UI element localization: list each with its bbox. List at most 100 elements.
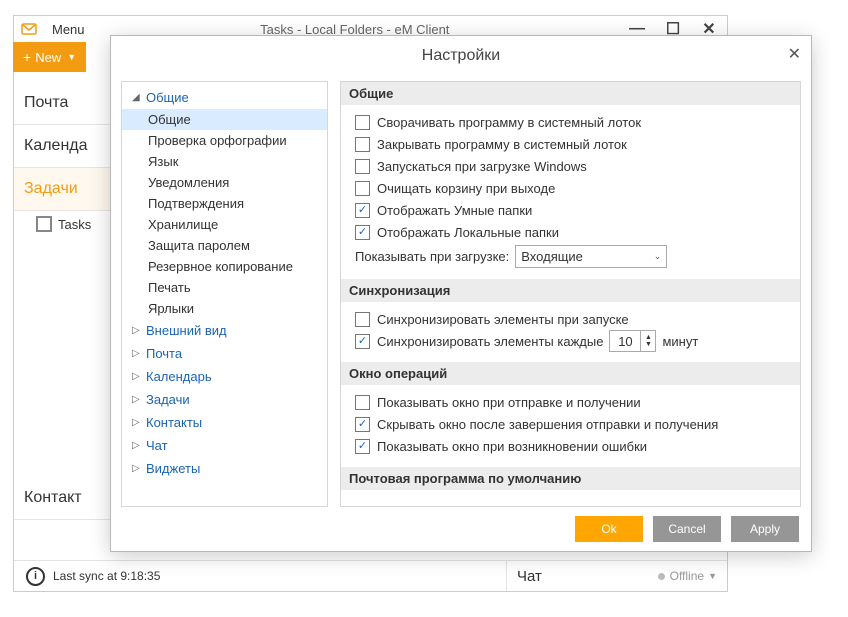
section-sync-header: Синхронизация (341, 279, 800, 302)
opt-show-on-start: Показывать при загрузке: Входящие ⌄ (355, 243, 792, 269)
tree-chat-label: Чат (146, 438, 168, 453)
checkbox[interactable] (355, 181, 370, 196)
tree-backup[interactable]: Резервное копирование (122, 256, 327, 277)
opt-local-folders[interactable]: Отображать Локальные папки (355, 221, 792, 243)
tree-notifications[interactable]: Уведомления (122, 172, 327, 193)
menu-button[interactable]: Menu (46, 19, 91, 40)
ok-button[interactable]: Ok (575, 516, 643, 542)
chat-label: Чат (517, 568, 542, 585)
tree-storage[interactable]: Хранилище (122, 214, 327, 235)
info-icon[interactable]: i (26, 567, 45, 586)
checkbox[interactable] (355, 159, 370, 174)
opt-label: Очищать корзину при выходе (377, 181, 555, 196)
dialog-title: Настройки ✕ (111, 36, 811, 76)
opt-label: Синхронизировать элементы при запуске (377, 312, 629, 327)
checkbox[interactable] (355, 417, 370, 432)
caret-down-icon: ◢ (132, 92, 144, 103)
opt-unit: минут (662, 334, 698, 349)
caret-right-icon: ▷ (132, 417, 144, 428)
caret-right-icon: ▷ (132, 325, 144, 336)
checkbox[interactable] (355, 115, 370, 130)
tree-appearance[interactable]: ▷Внешний вид (122, 319, 327, 342)
opt-sync-startup[interactable]: Синхронизировать элементы при запуске (355, 308, 792, 330)
tree-password[interactable]: Защита паролем (122, 235, 327, 256)
checkbox[interactable] (355, 439, 370, 454)
combo-value: Входящие (521, 249, 583, 264)
checkbox[interactable] (355, 203, 370, 218)
cancel-button[interactable]: Cancel (653, 516, 721, 542)
caret-right-icon: ▷ (132, 348, 144, 359)
tasks-sub-label: Tasks (58, 217, 91, 232)
tree-tasks[interactable]: ▷Задачи (122, 388, 327, 411)
plus-icon: + (23, 49, 31, 65)
tree-confirmations[interactable]: Подтверждения (122, 193, 327, 214)
checkbox[interactable] (355, 334, 370, 349)
caret-right-icon: ▷ (132, 440, 144, 451)
tree-spellcheck[interactable]: Проверка орфографии (122, 130, 327, 151)
settings-dialog: Настройки ✕ ◢Общие Общие Проверка орфогр… (110, 35, 812, 552)
settings-tree[interactable]: ◢Общие Общие Проверка орфографии Язык Ув… (121, 81, 328, 507)
opt-show-error[interactable]: Показывать окно при возникновении ошибки (355, 435, 792, 457)
opt-label: Синхронизировать элементы каждые (377, 334, 603, 349)
checkbox[interactable] (355, 312, 370, 327)
checkbox[interactable] (355, 225, 370, 240)
opt-label: Сворачивать программу в системный лоток (377, 115, 641, 130)
tree-widgets-label: Виджеты (146, 461, 200, 476)
tree-general-general[interactable]: Общие (122, 109, 327, 130)
sync-minutes-input[interactable]: 10 (609, 330, 641, 352)
tree-shortcuts[interactable]: Ярлыки (122, 298, 327, 319)
chevron-down-icon: ⌄ (654, 251, 662, 262)
opt-minimize-tray[interactable]: Сворачивать программу в системный лоток (355, 111, 792, 133)
checkbox-icon (36, 216, 52, 232)
tree-chat[interactable]: ▷Чат (122, 434, 327, 457)
tree-calendar[interactable]: ▷Календарь (122, 365, 327, 388)
checkbox[interactable] (355, 137, 370, 152)
tree-widgets[interactable]: ▷Виджеты (122, 457, 327, 480)
opt-label: Отображать Умные папки (377, 203, 532, 218)
main-sidebar: Почта Календа Задачи Tasks Контакт (14, 82, 114, 520)
section-general-header: Общие (341, 82, 800, 105)
opt-empty-trash[interactable]: Очищать корзину при выходе (355, 177, 792, 199)
chat-offline: Offline ▼ (658, 569, 717, 583)
tree-mail[interactable]: ▷Почта (122, 342, 327, 365)
checkbox[interactable] (355, 395, 370, 410)
opt-run-startup[interactable]: Запускаться при загрузке Windows (355, 155, 792, 177)
new-button[interactable]: + New ▼ (13, 42, 86, 72)
opt-sync-every[interactable]: Синхронизировать элементы каждые 10 ▲▼ м… (355, 330, 792, 352)
nav-mail[interactable]: Почта (14, 82, 114, 125)
tasks-local-folder[interactable]: Tasks (14, 211, 114, 237)
spinner-arrows[interactable]: ▲▼ (641, 330, 656, 352)
opt-show-sendrecv[interactable]: Показывать окно при отправке и получении (355, 391, 792, 413)
tree-general-label: Общие (146, 90, 189, 105)
dialog-close-button[interactable]: ✕ (788, 44, 801, 64)
chat-status[interactable]: Чат Offline ▼ (506, 561, 727, 591)
tree-language[interactable]: Язык (122, 151, 327, 172)
tree-general[interactable]: ◢Общие (122, 86, 327, 109)
last-sync-text: Last sync at 9:18:35 (53, 569, 160, 583)
caret-right-icon: ▷ (132, 371, 144, 382)
tree-print[interactable]: Печать (122, 277, 327, 298)
section-ops-header: Окно операций (341, 362, 800, 385)
nav-tasks[interactable]: Задачи (14, 168, 114, 211)
caret-right-icon: ▷ (132, 394, 144, 405)
opt-smart-folders[interactable]: Отображать Умные папки (355, 199, 792, 221)
tree-appearance-label: Внешний вид (146, 323, 227, 338)
opt-label: Показывать окно при возникновении ошибки (377, 439, 647, 454)
caret-right-icon: ▷ (132, 463, 144, 474)
chevron-down-icon: ▼ (708, 571, 717, 581)
nav-calendar[interactable]: Календа (14, 125, 114, 168)
dialog-buttons: Ok Cancel Apply (111, 507, 811, 551)
opt-hide-done[interactable]: Скрывать окно после завершения отправки … (355, 413, 792, 435)
opt-close-tray[interactable]: Закрывать программу в системный лоток (355, 133, 792, 155)
tree-calendar-label: Календарь (146, 369, 212, 384)
opt-label: Отображать Локальные папки (377, 225, 559, 240)
tree-contacts[interactable]: ▷Контакты (122, 411, 327, 434)
opt-label: Показывать при загрузке: (355, 249, 509, 264)
apply-button[interactable]: Apply (731, 516, 799, 542)
new-button-label: New (35, 50, 61, 65)
show-on-start-combo[interactable]: Входящие ⌄ (515, 245, 667, 268)
tree-mail-label: Почта (146, 346, 182, 361)
opt-label: Запускаться при загрузке Windows (377, 159, 587, 174)
opt-label: Показывать окно при отправке и получении (377, 395, 641, 410)
nav-contacts[interactable]: Контакт (14, 477, 114, 520)
